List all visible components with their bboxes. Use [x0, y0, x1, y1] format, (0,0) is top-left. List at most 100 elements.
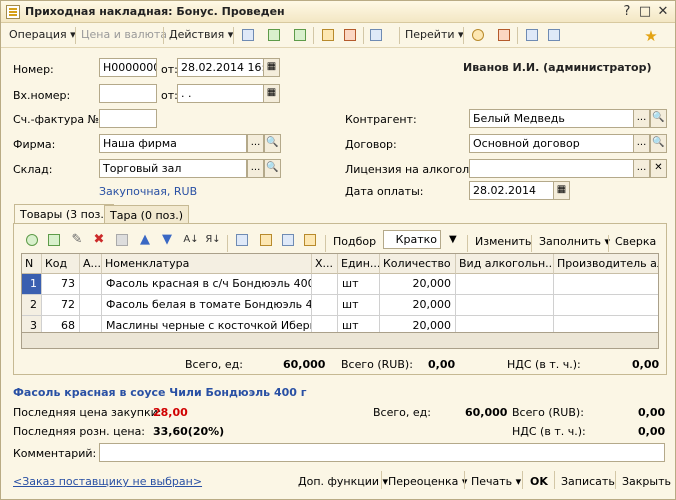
contract-select-button[interactable]: ...: [633, 134, 650, 153]
close-button[interactable]: Закрыть: [622, 475, 671, 488]
table-row[interactable]: 2: [22, 295, 42, 316]
paste-icon[interactable]: [257, 232, 275, 249]
col-header-unit[interactable]: Един...: [338, 254, 380, 274]
end-edit-icon[interactable]: [113, 232, 131, 249]
table-cell[interactable]: [312, 274, 338, 295]
save-button[interactable]: Записать: [561, 475, 615, 488]
add-icon[interactable]: [23, 232, 41, 249]
pay-date-field[interactable]: 28.02.2014: [469, 181, 554, 200]
col-header-a[interactable]: А...: [80, 254, 102, 274]
license-field[interactable]: [469, 159, 634, 178]
col-header-name[interactable]: Номенклатура: [102, 254, 312, 274]
supplier-order-link[interactable]: <Заказ поставщику не выбран>: [13, 475, 202, 488]
move-up-icon[interactable]: ▲: [137, 232, 153, 248]
table-cell[interactable]: 72: [42, 295, 80, 316]
check-button[interactable]: Сверка: [615, 235, 656, 248]
help-icon[interactable]: ?: [619, 4, 635, 20]
copy-row-icon[interactable]: [45, 232, 63, 249]
firm-open-icon[interactable]: 🔍: [264, 134, 281, 153]
based-on-icon[interactable]: [319, 27, 337, 44]
col-header-x[interactable]: Х...: [312, 254, 338, 274]
operation-menu[interactable]: Операция ▾: [9, 28, 76, 41]
warehouse-select-button[interactable]: ...: [247, 159, 264, 178]
table-cell[interactable]: Фасоль белая в томате Бондюэль 4...: [102, 295, 312, 316]
col-header-qty[interactable]: Количество: [380, 254, 456, 274]
table-cell[interactable]: [554, 295, 658, 316]
maximize-icon[interactable]: □: [637, 4, 653, 20]
sort-desc-icon[interactable]: Я↓: [205, 232, 221, 248]
table-cell[interactable]: 20,000: [380, 295, 456, 316]
calendar-icon[interactable]: ▦: [263, 58, 280, 77]
brief-dropdown-icon[interactable]: ▼: [449, 234, 457, 245]
settings-icon[interactable]: [545, 27, 563, 44]
col-header-alc-type[interactable]: Вид алкогольн...: [456, 254, 554, 274]
table-cell[interactable]: [456, 274, 554, 295]
refresh-icon[interactable]: [291, 27, 309, 44]
in-number-field[interactable]: [99, 84, 157, 103]
table-cell[interactable]: шт: [338, 274, 380, 295]
structure-icon[interactable]: [367, 27, 385, 44]
firm-select-button[interactable]: ...: [247, 134, 264, 153]
firm-field[interactable]: Наша фирма: [99, 134, 247, 153]
table-cell[interactable]: [80, 274, 102, 295]
brief-toggle[interactable]: Кратко: [383, 230, 441, 249]
contract-field[interactable]: Основной договор: [469, 134, 634, 153]
contractor-select-button[interactable]: ...: [633, 109, 650, 128]
copy-icon[interactable]: [233, 232, 251, 249]
help-button-icon[interactable]: [469, 27, 487, 44]
number-field[interactable]: Н00000000: [99, 58, 157, 77]
price-type-link[interactable]: Закупочная, RUB: [99, 185, 197, 198]
table-cell[interactable]: [456, 295, 554, 316]
goto-menu[interactable]: Перейти ▾: [405, 28, 464, 41]
paste-special-icon[interactable]: [279, 232, 297, 249]
hierarchy-icon[interactable]: [495, 27, 513, 44]
actions-menu[interactable]: Действия ▾: [169, 28, 233, 41]
table-cell[interactable]: [554, 274, 658, 295]
warehouse-field[interactable]: Торговый зал: [99, 159, 247, 178]
invoice-field[interactable]: [99, 109, 157, 128]
list-icon[interactable]: [523, 27, 541, 44]
tab-goods[interactable]: Товары (3 поз.): [14, 204, 115, 224]
in-calendar-icon[interactable]: ▦: [263, 84, 280, 103]
contractor-open-icon[interactable]: 🔍: [650, 109, 667, 128]
revaluation-menu[interactable]: Переоценка ▾: [388, 475, 467, 488]
ok-button[interactable]: OK: [530, 475, 548, 488]
select-button[interactable]: Подбор: [333, 235, 376, 248]
col-header-alc-producer[interactable]: Производитель алк: [554, 254, 658, 274]
table-row[interactable]: 1: [22, 274, 42, 295]
tab-packaging[interactable]: Тара (0 поз.): [104, 205, 190, 224]
contractor-field[interactable]: Белый Медведь: [469, 109, 634, 128]
clipboard-icon[interactable]: [301, 232, 319, 249]
sort-asc-icon[interactable]: A↓: [183, 232, 199, 248]
table-cell[interactable]: [312, 295, 338, 316]
extra-functions-menu[interactable]: Доп. функции ▾: [298, 475, 388, 488]
col-header-n[interactable]: N: [22, 254, 42, 274]
change-button[interactable]: Изменить: [475, 235, 531, 248]
pay-date-calendar-icon[interactable]: ▦: [553, 181, 570, 200]
table-cell[interactable]: шт: [338, 295, 380, 316]
edit-icon[interactable]: ✎: [69, 232, 85, 248]
reports-icon[interactable]: [265, 27, 283, 44]
print-menu[interactable]: Печать ▾: [471, 475, 521, 488]
move-down-icon[interactable]: ▼: [159, 232, 175, 248]
delete-icon[interactable]: ✖: [91, 232, 107, 248]
table-cell[interactable]: 73: [42, 274, 80, 295]
license-select-button[interactable]: ...: [633, 159, 650, 178]
price-currency-button[interactable]: Цена и валюта: [81, 28, 167, 41]
fill-menu[interactable]: Заполнить ▾: [539, 235, 610, 248]
table-cell[interactable]: [80, 295, 102, 316]
horizontal-scrollbar[interactable]: [21, 332, 659, 349]
movements-icon[interactable]: [341, 27, 359, 44]
favorite-icon[interactable]: ★: [643, 29, 659, 45]
license-clear-icon[interactable]: ✕: [650, 159, 667, 178]
comment-field[interactable]: [99, 443, 665, 462]
contract-open-icon[interactable]: 🔍: [650, 134, 667, 153]
table-cell[interactable]: 20,000: [380, 274, 456, 295]
date-field[interactable]: 28.02.2014 16:31:44: [177, 58, 264, 77]
col-header-code[interactable]: Код: [42, 254, 80, 274]
table-cell[interactable]: Фасоль красная в с/ч Бондюэль 400 г: [102, 274, 312, 295]
close-icon[interactable]: ✕: [655, 4, 671, 20]
in-date-field[interactable]: . .: [177, 84, 264, 103]
post-icon[interactable]: [239, 27, 257, 44]
warehouse-open-icon[interactable]: 🔍: [264, 159, 281, 178]
